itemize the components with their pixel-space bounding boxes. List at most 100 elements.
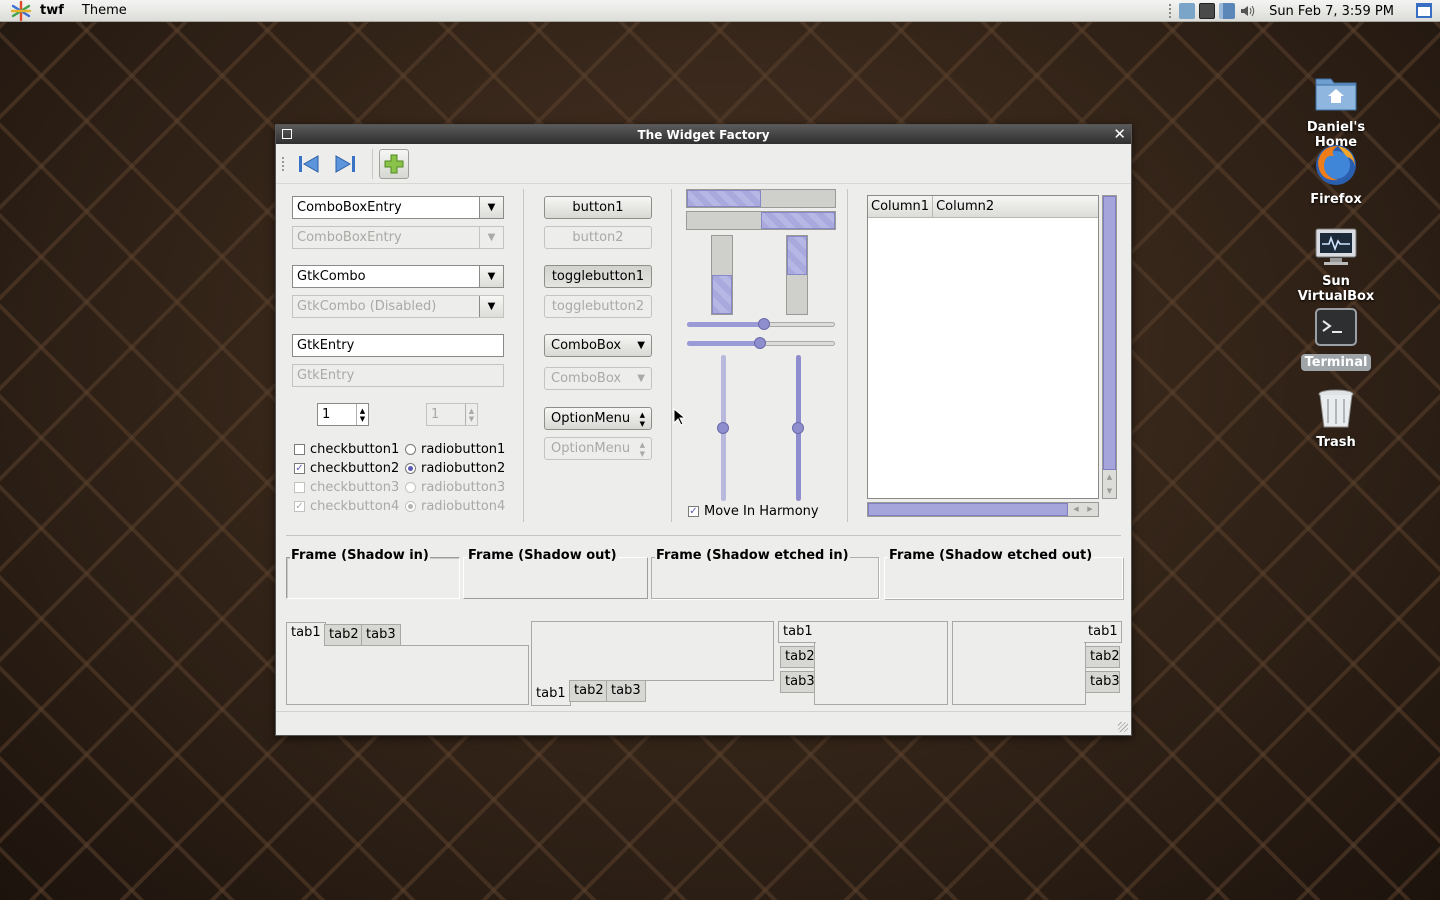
tab-tab2[interactable]: tab2	[1085, 646, 1120, 668]
monitor-icon[interactable]	[1199, 3, 1216, 19]
tab-tab1[interactable]: tab1	[1084, 621, 1122, 643]
radio-selected-icon	[405, 501, 416, 512]
window-titlebar[interactable]: The Widget Factory ✕	[276, 125, 1131, 144]
tab-tab3[interactable]: tab3	[780, 671, 815, 693]
spin-stepper-icon[interactable]: ▲ ▼	[356, 404, 368, 425]
gtk-entry[interactable]: GtkEntry	[292, 334, 504, 357]
show-desktop-icon[interactable]	[1416, 3, 1432, 18]
checkbox-checked-icon[interactable]: ✓	[294, 463, 305, 474]
spin-button[interactable]: 1 ▲ ▼	[317, 403, 369, 426]
volume-icon[interactable]	[1239, 3, 1255, 19]
radio-icon	[405, 482, 416, 493]
go-first-button[interactable]	[294, 149, 324, 179]
optionmenu-indicator-icon: ▲ ▼	[639, 441, 645, 458]
radiobutton3: radiobutton3	[405, 478, 505, 497]
tab-tab3[interactable]: tab3	[606, 680, 646, 702]
close-icon[interactable]: ✕	[1113, 125, 1126, 143]
vertical-separator	[523, 189, 524, 522]
top-panel: twf Theme Sun Feb 7, 3:59 PM	[0, 0, 1440, 22]
scroll-right-arrow-icon[interactable]: ▶	[1083, 503, 1097, 516]
move-in-harmony-check[interactable]: ✓ Move In Harmony	[688, 502, 819, 521]
radiobutton1[interactable]: radiobutton1	[405, 440, 505, 459]
combobox-entry-disabled-text: ComboBoxEntry	[297, 230, 402, 245]
gtk-combo[interactable]: GtkCombo ▼	[292, 265, 504, 288]
tab-tab3[interactable]: tab3	[361, 624, 401, 646]
optionmenu-button[interactable]: OptionMenu ▲ ▼	[544, 407, 652, 430]
radiobutton2[interactable]: radiobutton2	[405, 459, 505, 478]
checkbox-icon[interactable]	[294, 444, 305, 455]
radio-selected-icon[interactable]	[405, 463, 416, 474]
vertical-scale-1[interactable]	[716, 355, 730, 501]
tree-vertical-scrollbar[interactable]: ▲ ▼	[1102, 195, 1117, 499]
scroll-up-arrow-icon[interactable]: ▲	[1103, 470, 1116, 484]
frame-shadow-in: Frame (Shadow in)	[286, 548, 460, 599]
scale-slider-knob[interactable]	[757, 318, 770, 330]
update-icon[interactable]	[1179, 3, 1196, 19]
desktop-icon-firefox[interactable]: Firefox	[1282, 142, 1390, 208]
progress-fill	[687, 190, 761, 207]
radio-icon[interactable]	[405, 444, 416, 455]
scrollbar-thumb[interactable]	[1103, 196, 1116, 470]
frame-label: Frame (Shadow out)	[467, 548, 618, 563]
app-logo-icon[interactable]	[10, 0, 32, 22]
scroll-down-arrow-icon[interactable]: ▼	[1103, 484, 1116, 498]
horizontal-scale-1[interactable]	[687, 317, 835, 331]
checkbutton1[interactable]: checkbutton1	[294, 440, 399, 459]
notebook-page	[814, 621, 948, 705]
add-button[interactable]	[379, 148, 409, 179]
tab-tab1[interactable]: tab1	[778, 621, 816, 643]
tab-tab2[interactable]: tab2	[780, 646, 815, 668]
scrollbar-thumb[interactable]	[868, 503, 1068, 516]
tab-tab2[interactable]: tab2	[569, 680, 609, 702]
desktop-icon-trash[interactable]: Trash	[1282, 385, 1390, 451]
progress-fill	[787, 236, 807, 275]
optionmenu-label: OptionMenu	[551, 441, 631, 456]
desktop-icon-home[interactable]: Daniel's Home	[1282, 70, 1390, 151]
panel-clock[interactable]: Sun Feb 7, 3:59 PM	[1269, 4, 1394, 19]
chevron-down-icon[interactable]: ▼	[479, 266, 503, 287]
spin-value[interactable]: 1	[318, 404, 356, 425]
togglebutton1[interactable]: togglebutton1	[544, 265, 652, 288]
combobox-entry[interactable]: ComboBoxEntry ▼	[292, 196, 504, 219]
progress-fill	[761, 212, 835, 229]
terminal-icon	[1313, 305, 1359, 351]
scroll-left-arrow-icon[interactable]: ◀	[1069, 503, 1083, 516]
tab-tab3[interactable]: tab3	[1085, 671, 1120, 693]
horizontal-progressbar-1	[686, 189, 836, 208]
scale-slider-knob[interactable]	[717, 422, 729, 434]
go-last-button[interactable]	[330, 149, 360, 179]
gtk-combo-text[interactable]: GtkCombo	[293, 266, 479, 287]
app-name-menu[interactable]: twf	[40, 3, 64, 18]
scale-slider-knob[interactable]	[753, 337, 766, 349]
desktop-icon-label: Trash	[1316, 435, 1356, 450]
vertical-scale-2[interactable]	[791, 355, 805, 501]
column2-header[interactable]: Column2	[933, 196, 997, 217]
scale-slider-knob[interactable]	[792, 422, 804, 434]
combobox-entry-text[interactable]: ComboBoxEntry	[293, 197, 479, 218]
checkbutton2[interactable]: ✓ checkbutton2	[294, 459, 399, 478]
tab-tab1[interactable]: tab1	[531, 680, 571, 706]
network-signal-icon[interactable]	[1219, 3, 1236, 19]
desktop-icon-virtualbox[interactable]: Sun VirtualBox	[1282, 224, 1390, 305]
desktop-icon-terminal[interactable]: Terminal	[1282, 305, 1390, 371]
vertical-separator	[847, 189, 848, 522]
toolbar-grip[interactable]	[282, 156, 286, 171]
checkbox-checked-icon[interactable]: ✓	[688, 506, 699, 517]
scale-fill	[687, 341, 760, 346]
tab-tab2[interactable]: tab2	[324, 624, 364, 646]
chevron-down-icon[interactable]: ▼	[479, 197, 503, 218]
horizontal-scale-2[interactable]	[687, 336, 835, 350]
tree-view[interactable]: Column1 Column2	[867, 195, 1099, 499]
combobox-label: ComboBox	[551, 371, 622, 386]
button1[interactable]: button1	[544, 196, 652, 219]
combobox-button[interactable]: ComboBox ▼	[544, 334, 652, 357]
tree-horizontal-scrollbar[interactable]: ◀ ▶	[867, 502, 1099, 517]
tab-tab1[interactable]: tab1	[286, 622, 326, 646]
theme-menu[interactable]: Theme	[82, 3, 127, 18]
resize-grip-icon[interactable]	[1118, 722, 1128, 732]
radiobutton-label: radiobutton3	[421, 480, 506, 495]
checkbutton4: ✓ checkbutton4	[294, 497, 399, 516]
window-menu-icon[interactable]	[282, 129, 292, 139]
checkbutton-label: checkbutton3	[310, 480, 400, 495]
column1-header[interactable]: Column1	[868, 196, 934, 217]
